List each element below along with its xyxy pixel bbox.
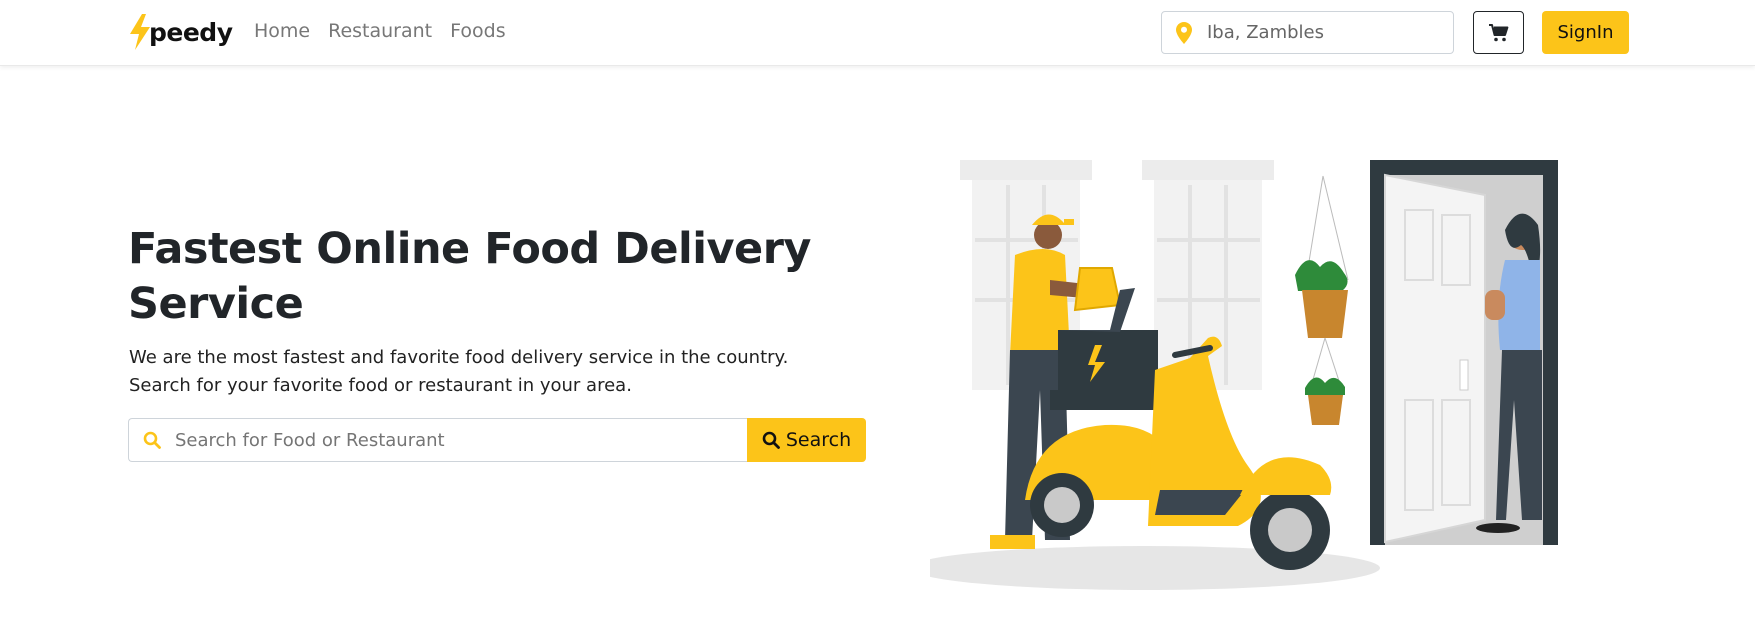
cart-button[interactable] <box>1473 11 1524 54</box>
hero-title: Fastest Online Food Delivery Service <box>128 224 811 329</box>
search-icon <box>143 431 161 449</box>
cart-icon <box>1488 23 1508 41</box>
hero-description: We are the most fastest and favorite foo… <box>129 344 829 400</box>
signin-button[interactable]: SignIn <box>1542 11 1629 54</box>
nav-link-foods[interactable]: Foods <box>450 20 505 42</box>
navbar: peedy Home Restaurant Foods SignIn <box>0 0 1755 66</box>
brand-name: peedy <box>149 17 233 47</box>
location-input[interactable] <box>1207 22 1437 43</box>
nav-links: Home Restaurant Foods <box>254 20 506 42</box>
nav-link-home[interactable]: Home <box>254 20 310 42</box>
map-pin-icon <box>1176 21 1192 44</box>
search-icon <box>762 431 780 449</box>
hero-description-line-1: We are the most fastest and favorite foo… <box>129 347 789 368</box>
search-field[interactable] <box>128 418 747 462</box>
location-field[interactable] <box>1161 11 1454 54</box>
delivery-illustration <box>930 160 1558 590</box>
hero-search: Search <box>128 418 866 462</box>
search-button[interactable]: Search <box>747 418 866 462</box>
brand-logo[interactable]: peedy <box>128 12 233 52</box>
nav-link-restaurant[interactable]: Restaurant <box>328 20 432 42</box>
search-input[interactable] <box>175 429 735 451</box>
hero-description-line-2: Search for your favorite food or restaur… <box>129 375 632 396</box>
search-button-label: Search <box>785 429 852 451</box>
